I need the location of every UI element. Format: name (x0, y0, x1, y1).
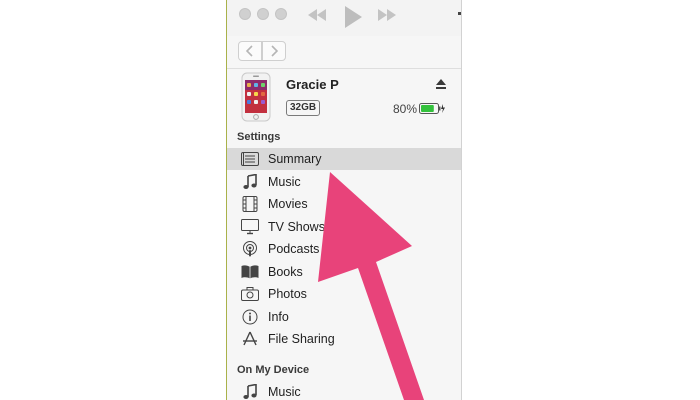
tv-icon (241, 219, 259, 235)
capacity-badge: 32GB (286, 100, 321, 116)
app-store-icon (241, 331, 259, 347)
toolbar (227, 0, 461, 36)
sidebar-item-photos[interactable]: Photos (227, 283, 461, 305)
itunes-sidebar-window: Gracie P 32GB 80% Settings Summary Music… (227, 0, 462, 400)
back-button[interactable] (238, 41, 262, 61)
sidebar-item-summary[interactable]: Summary (227, 148, 461, 170)
minimize-window-button[interactable] (257, 8, 269, 20)
device-name: Gracie P (286, 77, 339, 92)
music-note-icon (241, 384, 259, 400)
zoom-window-button[interactable] (275, 8, 287, 20)
forward-button[interactable] (262, 41, 286, 61)
film-icon (241, 196, 259, 212)
sidebar-item-label: Books (268, 265, 303, 279)
sidebar-item-label: Music (268, 175, 301, 189)
sidebar-item-file-sharing[interactable]: File Sharing (227, 328, 461, 350)
info-icon (241, 309, 259, 325)
fast-forward-icon[interactable] (376, 4, 398, 26)
settings-header: Settings (237, 131, 281, 143)
toolbar-overflow-mark (458, 12, 461, 15)
sidebar-item-device-music[interactable]: Music (227, 381, 461, 400)
play-icon[interactable] (342, 4, 364, 30)
rewind-icon[interactable] (306, 4, 328, 26)
battery-percentage: 80% (393, 102, 418, 116)
sidebar-item-tv-shows[interactable]: TV Shows (227, 216, 461, 238)
sidebar-item-movies[interactable]: Movies (227, 193, 461, 215)
sidebar-item-label: Music (268, 385, 301, 399)
summary-icon (241, 151, 259, 167)
sidebar-item-label: Info (268, 310, 289, 324)
sidebar-item-books[interactable]: Books (227, 261, 461, 283)
device-header[interactable]: Gracie P 32GB 80% (227, 69, 461, 125)
navigation-bar (227, 36, 461, 69)
battery-charging-icon (419, 103, 445, 114)
forward-arrow-icon (271, 45, 278, 57)
on-my-device-header: On My Device (237, 364, 310, 376)
podcast-icon (241, 241, 259, 257)
sidebar-item-info[interactable]: Info (227, 306, 461, 328)
sidebar-item-music[interactable]: Music (227, 171, 461, 193)
close-window-button[interactable] (239, 8, 251, 20)
music-note-icon (241, 174, 259, 190)
sidebar-item-label: Photos (268, 287, 307, 301)
sidebar-item-label: Movies (268, 197, 308, 211)
sidebar-item-podcasts[interactable]: Podcasts (227, 238, 461, 260)
book-icon (241, 264, 259, 280)
camera-icon (241, 286, 259, 302)
sidebar-item-label: Podcasts (268, 242, 320, 256)
sidebar-item-label: Summary (268, 152, 322, 166)
sidebar-item-label: File Sharing (268, 332, 335, 346)
sidebar-item-label: TV Shows (268, 220, 325, 234)
iphone-icon (241, 72, 271, 122)
back-arrow-icon (246, 45, 253, 57)
eject-icon[interactable] (435, 78, 447, 90)
